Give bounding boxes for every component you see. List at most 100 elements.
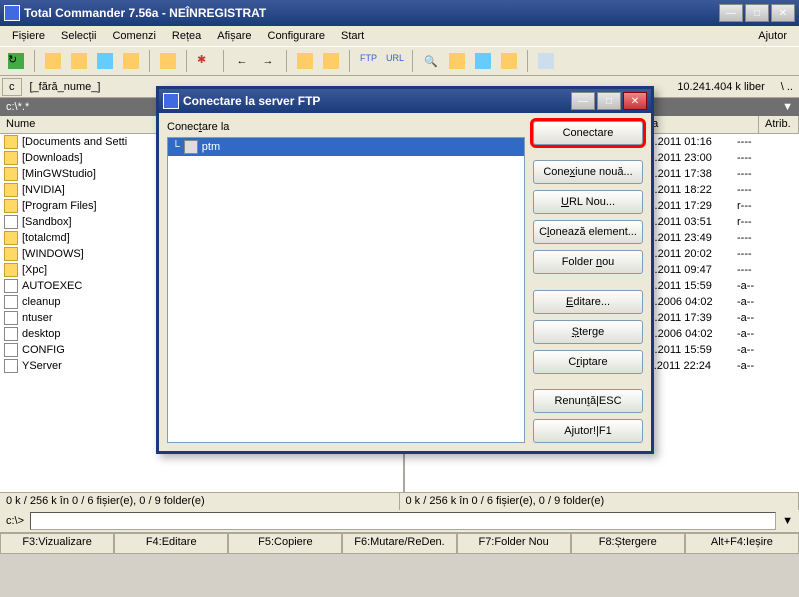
path-text: c:\*.* [6, 101, 29, 113]
cmd-dropdown-icon[interactable]: ▼ [782, 515, 793, 527]
menu-configurare[interactable]: Configurare [260, 28, 333, 44]
folder-icon [4, 183, 18, 197]
folder-icon [4, 231, 18, 245]
search-icon[interactable]: 🔍 [419, 49, 443, 73]
view-brief-icon[interactable] [41, 49, 65, 73]
menu-comenzi[interactable]: Comenzi [104, 28, 163, 44]
main-titlebar: Total Commander 7.56a - NEÎNREGISTRAT — … [0, 0, 799, 26]
cancel-button[interactable]: Renunță|ESC [533, 389, 643, 413]
path-dropdown-icon[interactable]: ▼ [782, 101, 793, 113]
col-atrib[interactable]: Atrib. [759, 116, 799, 133]
close-button[interactable]: ✕ [771, 4, 795, 22]
dialog-icon [163, 93, 179, 109]
dialog-close-button[interactable]: ✕ [623, 92, 647, 110]
connect-button[interactable]: Conectare [533, 121, 643, 145]
view-full-icon[interactable] [67, 49, 91, 73]
file-attr: r--- [737, 200, 752, 212]
f7-button[interactable]: F7:Folder Nou [457, 533, 571, 554]
menu-fisiere[interactable]: Fișiere [4, 28, 53, 44]
multirename-icon[interactable] [445, 49, 469, 73]
file-attr: r--- [737, 216, 752, 228]
drive-free-space: 10.241.404 k liber [677, 81, 774, 93]
dialog-title: Conectare la server FTP [183, 94, 571, 108]
ftp-icon[interactable]: FTP [356, 49, 380, 73]
cmd-prompt: c:\> [6, 515, 24, 527]
file-attr: -a-- [737, 360, 754, 372]
folder-icon [4, 167, 18, 181]
file-doc-icon [4, 311, 18, 325]
menu-retea[interactable]: Rețea [164, 28, 209, 44]
delete-button[interactable]: Șterge [533, 320, 643, 344]
ftp-dialog: Conectare la server FTP — □ ✕ Conectare … [156, 86, 654, 454]
pack-icon[interactable] [293, 49, 317, 73]
forward-icon[interactable]: → [256, 49, 280, 73]
folder-special-icon [4, 215, 18, 229]
copy-names-icon[interactable] [497, 49, 521, 73]
new-connection-button[interactable]: Conexiune nouă... [533, 160, 643, 184]
altf4-button[interactable]: Alt+F4:Ieșire [685, 533, 799, 554]
notepad-icon[interactable] [534, 49, 558, 73]
folder-icon [4, 247, 18, 261]
file-attr: -a-- [737, 328, 754, 340]
unpack-icon[interactable] [319, 49, 343, 73]
star-icon[interactable]: ✱ [193, 49, 217, 73]
encrypt-button[interactable]: Criptare [533, 350, 643, 374]
drive-c-button[interactable]: c [2, 78, 22, 96]
menu-bar: Fișiere Selecții Comenzi Rețea Afișare C… [0, 26, 799, 46]
edit-button[interactable]: Editare... [533, 290, 643, 314]
f3-button[interactable]: F3:Vizualizare [0, 533, 114, 554]
dialog-label: Conectare la [167, 121, 525, 133]
function-key-bar: F3:Vizualizare F4:Editare F5:Copiere F6:… [0, 532, 799, 554]
connection-list[interactable]: └ ptm [167, 137, 525, 443]
list-item-label: ptm [202, 141, 220, 153]
file-attr: -a-- [737, 280, 754, 292]
file-attr: ---- [737, 152, 752, 164]
sync-icon[interactable] [471, 49, 495, 73]
cmd-input[interactable] [30, 512, 776, 530]
f5-button[interactable]: F5:Copiere [228, 533, 342, 554]
refresh-icon[interactable]: ↻ [4, 49, 28, 73]
status-bar: 0 k / 256 k în 0 / 6 fișier(e), 0 / 9 fo… [0, 492, 799, 510]
back-icon[interactable]: ← [230, 49, 254, 73]
status-left: 0 k / 256 k în 0 / 6 fișier(e), 0 / 9 fo… [0, 493, 400, 510]
f8-button[interactable]: F8:Ștergere [571, 533, 685, 554]
url-icon[interactable]: URL [382, 49, 406, 73]
menu-selectii[interactable]: Selecții [53, 28, 104, 44]
dialog-titlebar: Conectare la server FTP — □ ✕ [159, 89, 651, 113]
file-attr: -a-- [737, 312, 754, 324]
window-title: Total Commander 7.56a - NEÎNREGISTRAT [24, 6, 719, 20]
view-thumbs-icon[interactable] [93, 49, 117, 73]
f4-button[interactable]: F4:Editare [114, 533, 228, 554]
dialog-minimize-button[interactable]: — [571, 92, 595, 110]
file-doc-icon [4, 279, 18, 293]
file-attr: ---- [737, 264, 752, 276]
file-attr: -a-- [737, 296, 754, 308]
list-item[interactable]: └ ptm [168, 138, 524, 156]
view-tree-icon[interactable] [119, 49, 143, 73]
folder-icon [4, 263, 18, 277]
new-folder-button[interactable]: Folder nou [533, 250, 643, 274]
drive-updir[interactable]: \ .. [775, 81, 799, 93]
menu-start[interactable]: Start [333, 28, 372, 44]
folder-icon [4, 151, 18, 165]
file-doc-icon [4, 327, 18, 341]
server-icon [184, 140, 198, 154]
help-button[interactable]: Ajutor!|F1 [533, 419, 643, 443]
drive-label: [_fără_nume_] [24, 81, 107, 93]
menu-afisare[interactable]: Afișare [209, 28, 259, 44]
f6-button[interactable]: F6:Mutare/ReDen. [342, 533, 456, 554]
new-url-button[interactable]: URL Nou... [533, 190, 643, 214]
clone-button[interactable]: Clonează element... [533, 220, 643, 244]
file-attr: ---- [737, 232, 752, 244]
folder-icon [4, 135, 18, 149]
maximize-button[interactable]: □ [745, 4, 769, 22]
command-line: c:\> ▼ [0, 510, 799, 532]
menu-ajutor[interactable]: Ajutor [750, 28, 795, 44]
minimize-button[interactable]: — [719, 4, 743, 22]
file-attr: ---- [737, 168, 752, 180]
dialog-maximize-button[interactable]: □ [597, 92, 621, 110]
file-attr: -a-- [737, 344, 754, 356]
invert-icon[interactable] [156, 49, 180, 73]
file-attr: ---- [737, 184, 752, 196]
file-doc-icon [4, 343, 18, 357]
